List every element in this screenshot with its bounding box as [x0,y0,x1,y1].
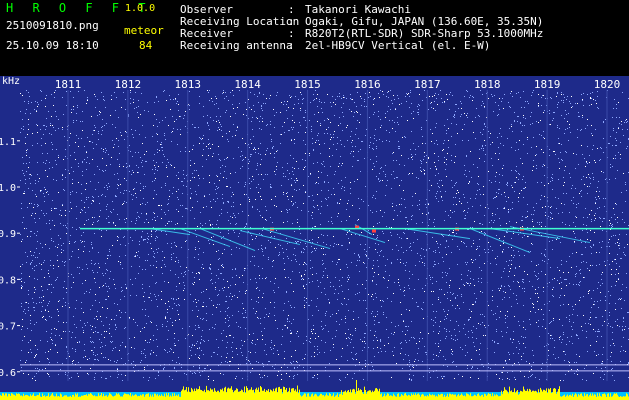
x-tick-label: 1820 [594,78,621,91]
y-tick-label: 0.8 [0,275,16,286]
y-axis-unit: kHz [2,76,20,87]
spectrogram: 1811 1812 1813 1814 1815 1816 1817 1818 1819 1820… [0,76,629,400]
meteor-count-value: 84 [139,39,153,52]
spectrogram-background [0,76,629,400]
app-version: 1.0.0 [125,3,156,14]
antenna-separator: : [288,39,295,52]
x-tick-label: 1812 [115,78,142,91]
image-filename: 2510091810.png [6,19,99,32]
header-panel: H R O F F T 1.0.0 2510091810.png meteor … [0,0,629,76]
antenna-value: 2el-HB9CV Vertical (el. E-W) [305,39,491,52]
x-tick-label: 1818 [474,78,501,91]
meteor-count-label: meteor [124,24,164,37]
x-tick-label: 1817 [414,78,441,91]
antenna-label: Receiving antenna [180,39,293,52]
x-tick-label: 1811 [55,78,82,91]
x-tick-label: 1814 [234,78,261,91]
x-tick-label: 1813 [175,78,202,91]
x-tick-label: 1816 [354,78,381,91]
x-tick-label: 1815 [294,78,321,91]
observation-datetime: 25.10.09 18:10 [6,39,99,52]
meteor-echo-head [372,229,376,233]
y-tick-label: 1.1 [0,137,16,148]
y-tick-label: 0.9 [0,229,16,240]
x-tick-label: 1819 [534,78,561,91]
y-tick-label: 0.7 [0,322,16,333]
y-tick-label: 1.0 [0,183,16,194]
y-tick-label: 0.6 [0,368,16,379]
